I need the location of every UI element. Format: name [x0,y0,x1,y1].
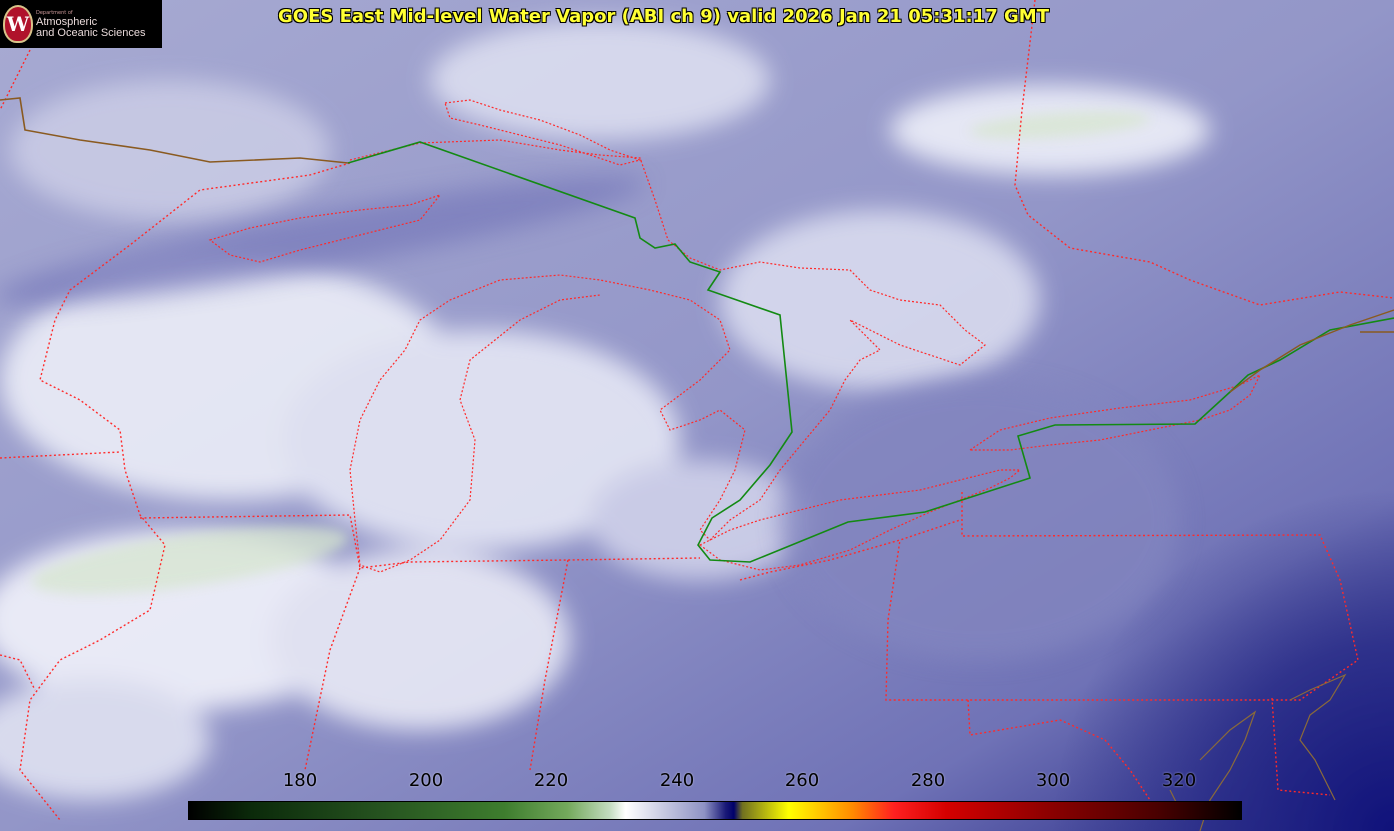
logo-line-2: and Oceanic Sciences [36,26,146,39]
colorbar-tick-300: 300 [1035,770,1071,791]
water-vapor-map [0,0,1394,831]
logo-text: Department of Atmospheric and Oceanic Sc… [36,10,145,39]
temperature-colorbar [188,801,1242,820]
colorbar-tick-320: 320 [1161,770,1197,791]
colorbar-tick-240: 240 [659,770,695,791]
colorbar-tick-220: 220 [533,770,569,791]
colorbar-tick-260: 260 [784,770,820,791]
dry-air-corner [0,0,1394,831]
logo-line-1: Atmospheric [36,15,98,28]
colorbar-tick-180: 180 [282,770,318,791]
colorbar-tick-280: 280 [910,770,946,791]
university-seal-icon: W [3,5,33,43]
image-title: GOES East Mid-level Water Vapor (ABI ch … [278,6,1049,27]
university-logo: W Department of Atmospheric and Oceanic … [0,0,162,48]
colorbar-tick-labels: 180 200 220 240 260 280 300 320 [0,770,1394,794]
colorbar-tick-200: 200 [408,770,444,791]
